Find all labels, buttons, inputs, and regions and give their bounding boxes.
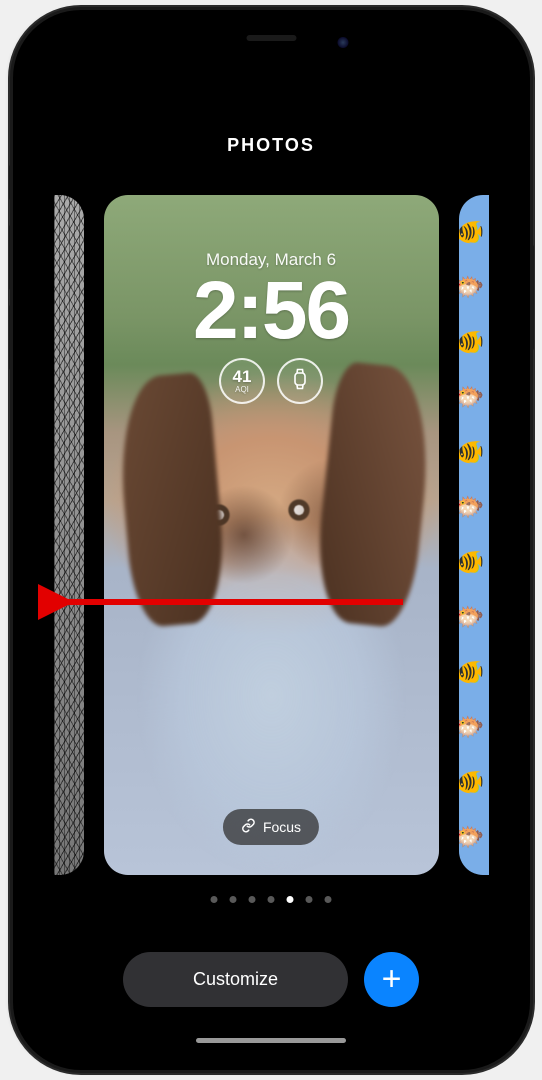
- fish-emoji: 🐡: [459, 496, 485, 520]
- page-dot: [287, 896, 294, 903]
- watch-icon: [292, 368, 308, 393]
- fish-emoji: 🐡: [459, 826, 485, 850]
- wallpaper-preview-current[interactable]: Monday, March 6 2:56 41 AQI: [104, 195, 439, 875]
- add-wallpaper-button[interactable]: +: [364, 952, 419, 1007]
- lockscreen-date: Monday, March 6: [206, 250, 336, 270]
- home-indicator[interactable]: [196, 1038, 346, 1043]
- fish-emoji: 🐠: [459, 441, 485, 465]
- page-dot: [325, 896, 332, 903]
- page-dot: [230, 896, 237, 903]
- fish-emoji: 🐡: [459, 386, 485, 410]
- fish-emoji: 🐠: [459, 551, 485, 575]
- screen: PHOTOS Monday, March 6 2:56 41 AQI: [28, 25, 515, 1055]
- page-dot: [249, 896, 256, 903]
- front-camera: [338, 37, 349, 48]
- phone-frame: PHOTOS Monday, March 6 2:56 41 AQI: [13, 10, 530, 1070]
- link-icon: [241, 818, 256, 836]
- power-button: [530, 245, 534, 350]
- fish-emoji: 🐠: [459, 771, 485, 795]
- fish-emoji: 🐡: [459, 276, 485, 300]
- wallpaper-preview-prev[interactable]: [54, 195, 84, 875]
- bottom-controls: Customize +: [123, 952, 419, 1007]
- page-dot: [211, 896, 218, 903]
- lockscreen-widgets: 41 AQI: [219, 358, 323, 404]
- focus-button[interactable]: Focus: [223, 809, 319, 845]
- fish-emoji: 🐠: [459, 221, 485, 245]
- aqi-value: 41: [233, 368, 252, 385]
- customize-button[interactable]: Customize: [123, 952, 348, 1007]
- fish-emoji: 🐡: [459, 716, 485, 740]
- lockscreen-overlay: Monday, March 6 2:56 41 AQI: [104, 195, 439, 404]
- mute-switch: [9, 165, 13, 200]
- volume-up-button: [9, 225, 13, 290]
- focus-label: Focus: [263, 819, 301, 835]
- notch: [174, 25, 369, 59]
- watch-widget[interactable]: [277, 358, 323, 404]
- aqi-label: AQI: [235, 385, 249, 394]
- page-dot: [268, 896, 275, 903]
- volume-down-button: [9, 305, 13, 370]
- fish-emoji: 🐠: [459, 661, 485, 685]
- plus-icon: +: [382, 960, 402, 999]
- wallpaper-preview-next[interactable]: 🐠 🐡 🐠 🐡 🐠 🐡 🐠 🐡 🐠 🐡 🐠 🐡: [459, 195, 489, 875]
- wallpaper-carousel[interactable]: Monday, March 6 2:56 41 AQI: [28, 185, 515, 885]
- aqi-widget[interactable]: 41 AQI: [219, 358, 265, 404]
- page-dot: [306, 896, 313, 903]
- fish-emoji: 🐡: [459, 606, 485, 630]
- page-indicator: [211, 896, 332, 903]
- speaker-grille: [246, 35, 296, 41]
- lockscreen-time: 2:56: [193, 272, 349, 350]
- photo-content: [113, 371, 229, 628]
- fish-emoji: 🐠: [459, 331, 485, 355]
- wallpaper-category-title: PHOTOS: [28, 135, 515, 156]
